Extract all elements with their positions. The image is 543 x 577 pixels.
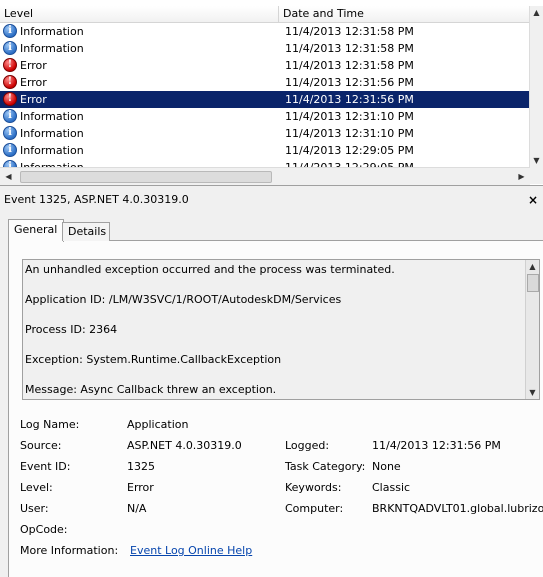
source-value: ASP.NET 4.0.30319.0 — [127, 439, 242, 452]
logged-label: Logged: — [285, 439, 330, 452]
row-datetime: 11/4/2013 12:29:05 PM — [285, 144, 414, 157]
tab-general[interactable]: General — [8, 219, 64, 242]
table-row[interactable]: i Information 11/4/2013 12:31:58 PM — [0, 40, 530, 57]
log-name-label: Log Name: — [20, 418, 80, 431]
computer-label: Computer: — [285, 502, 344, 515]
row-level: Error — [20, 59, 47, 72]
scroll-left-arrow-icon[interactable]: ◀ — [2, 170, 15, 183]
opcode-label: OpCode: — [20, 523, 68, 536]
info-icon: i — [3, 143, 17, 157]
row-datetime: 11/4/2013 12:31:10 PM — [285, 110, 414, 123]
event-description-text: An unhandled exception occurred and the … — [25, 261, 525, 398]
log-name-value: Application — [127, 418, 189, 431]
event-list: Level Date and Time i Information 11/4/2… — [0, 0, 543, 186]
keywords-label: Keywords: — [285, 481, 342, 494]
scroll-down-arrow-icon[interactable]: ▼ — [530, 154, 543, 167]
row-level: Information — [20, 42, 84, 55]
table-row[interactable]: i Information 11/4/2013 12:31:58 PM — [0, 23, 530, 40]
row-datetime: 11/4/2013 12:29:05 PM — [285, 159, 414, 167]
table-row[interactable]: i Information 11/4/2013 12:31:10 PM — [0, 108, 530, 125]
row-datetime: 11/4/2013 12:31:58 PM — [285, 59, 414, 72]
info-icon: i — [3, 126, 17, 140]
level-value: Error — [127, 481, 154, 494]
column-header-level[interactable]: Level — [0, 6, 279, 22]
description-scrollbar[interactable]: ▲ ▼ — [525, 260, 539, 399]
more-information-label: More Information: — [20, 544, 119, 557]
row-level: Information — [20, 159, 84, 167]
scroll-down-arrow-icon[interactable]: ▼ — [526, 386, 539, 399]
table-row[interactable]: i Information 11/4/2013 12:31:10 PM — [0, 125, 530, 142]
row-level: Error — [20, 76, 47, 89]
keywords-value: Classic — [372, 481, 411, 494]
event-description-box[interactable]: An unhandled exception occurred and the … — [22, 259, 540, 400]
list-horizontal-scrollbar[interactable]: ◀ ▶ — [0, 167, 530, 185]
scroll-up-arrow-icon[interactable]: ▲ — [530, 6, 543, 19]
scroll-up-arrow-icon[interactable]: ▲ — [526, 260, 539, 273]
column-header-datetime[interactable]: Date and Time — [279, 6, 523, 22]
event-rows: i Information 11/4/2013 12:31:58 PM i In… — [0, 23, 530, 167]
detail-title: Event 1325, ASP.NET 4.0.30319.0 — [4, 193, 189, 206]
event-id-value: 1325 — [127, 460, 155, 473]
user-value: N/A — [127, 502, 147, 515]
row-level: Information — [20, 110, 84, 123]
description-line: Application ID: /LM/W3SVC/1/ROOT/Autodes… — [25, 293, 342, 306]
tab-details[interactable]: Details — [62, 222, 110, 241]
description-scroll-thumb[interactable] — [527, 274, 539, 292]
info-icon: i — [3, 109, 17, 123]
row-datetime: 11/4/2013 12:31:58 PM — [285, 25, 414, 38]
horizontal-scroll-thumb[interactable] — [20, 171, 272, 183]
list-header: Level Date and Time — [0, 6, 530, 23]
scroll-right-arrow-icon[interactable]: ▶ — [515, 170, 528, 183]
user-label: User: — [20, 502, 49, 515]
table-row[interactable]: i Information 11/4/2013 12:29:05 PM — [0, 142, 530, 159]
row-datetime: 11/4/2013 12:31:56 PM — [285, 76, 414, 89]
table-row[interactable]: i Information 11/4/2013 12:29:05 PM — [0, 159, 530, 167]
description-line: An unhandled exception occurred and the … — [25, 263, 395, 276]
list-vertical-scrollbar[interactable]: ▲ ▼ — [529, 6, 543, 167]
task-category-label: Task Category: — [285, 460, 366, 473]
level-label: Level: — [20, 481, 53, 494]
info-icon: i — [3, 41, 17, 55]
row-datetime: 11/4/2013 12:31:10 PM — [285, 127, 414, 140]
table-row-selected[interactable]: ! Error 11/4/2013 12:31:56 PM — [0, 91, 530, 108]
event-id-label: Event ID: — [20, 460, 71, 473]
info-icon: i — [3, 24, 17, 38]
source-label: Source: — [20, 439, 62, 452]
task-category-value: None — [372, 460, 401, 473]
description-line: Exception: System.Runtime.CallbackExcept… — [25, 353, 282, 366]
scroll-corner — [530, 167, 543, 184]
row-datetime: 11/4/2013 12:31:56 PM — [285, 93, 414, 106]
row-level: Information — [20, 25, 84, 38]
error-icon: ! — [3, 92, 17, 106]
computer-value: BRKNTQADVLT01.global.lubrizo — [372, 502, 543, 515]
event-log-online-help-link[interactable]: Event Log Online Help — [130, 542, 252, 560]
info-icon: i — [3, 160, 17, 167]
error-icon: ! — [3, 75, 17, 89]
description-line: Process ID: 2364 — [25, 323, 118, 336]
description-line: Message: Async Callback threw an excepti… — [25, 383, 277, 396]
table-row[interactable]: ! Error 11/4/2013 12:31:56 PM — [0, 74, 530, 91]
row-datetime: 11/4/2013 12:31:58 PM — [285, 42, 414, 55]
close-icon[interactable]: × — [528, 190, 538, 210]
row-level: Information — [20, 127, 84, 140]
row-level: Information — [20, 144, 84, 157]
row-level: Error — [20, 93, 47, 106]
table-row[interactable]: ! Error 11/4/2013 12:31:58 PM — [0, 57, 530, 74]
error-icon: ! — [3, 58, 17, 72]
detail-header: Event 1325, ASP.NET 4.0.30319.0 × — [0, 190, 543, 210]
logged-value: 11/4/2013 12:31:56 PM — [372, 439, 501, 452]
